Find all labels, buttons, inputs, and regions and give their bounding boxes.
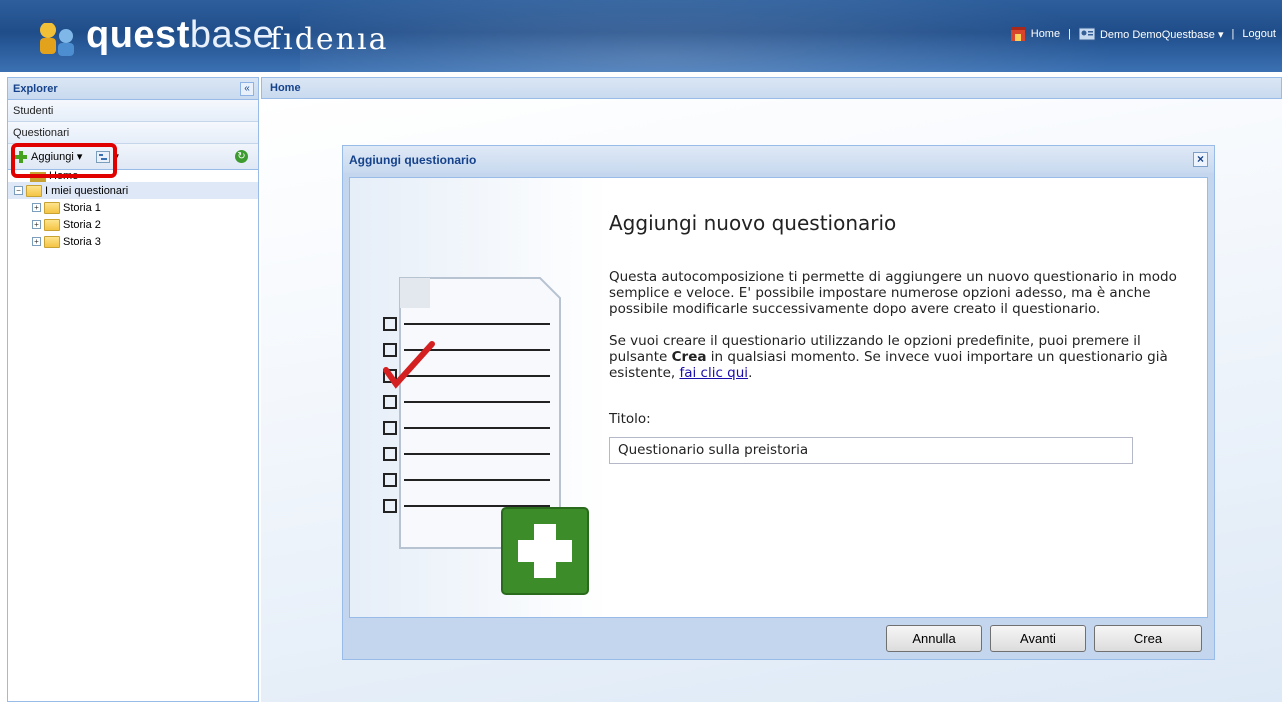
folder-icon [26,184,42,197]
dialog-footer: Annulla Avanti Crea [349,620,1208,656]
view-options-caret: ▾ [113,151,119,163]
collapse-node-icon[interactable]: − [14,186,23,195]
add-button[interactable]: Aggiungi ▾ [14,150,82,164]
questionnaire-tree: Home − I miei questionari + Storia 1 + S… [8,170,258,250]
user-card-icon [1078,27,1095,41]
view-tree-icon [96,150,111,163]
main-tab-title: Home [261,77,1282,99]
home-link[interactable]: Home [1031,28,1060,40]
tree-item-label: Home [49,170,79,182]
explorer-panel: Explorer « Studenti Questionari Aggiungi… [7,77,259,702]
home-folder-icon [30,172,46,182]
view-options-button[interactable]: ▾ [96,150,119,163]
tree-item-root[interactable]: − I miei questionari [8,182,258,199]
tree-item-home[interactable]: Home [8,170,258,182]
tree-item-label: Storia 1 [63,201,101,214]
questionnaire-illustration-icon [383,277,589,595]
folder-icon [44,201,60,214]
section-studenti[interactable]: Studenti [8,100,258,122]
create-keyword: Crea [671,349,707,365]
separator: | [1068,28,1071,40]
brand-name: questbase [86,14,275,56]
partner-brand: fıdenıa [270,22,389,57]
create-button[interactable]: Crea [1094,624,1202,652]
expand-node-icon[interactable]: + [32,220,41,229]
explorer-title: Explorer [13,82,58,95]
dialog-form: Aggiungi nuovo questionario Questa autoc… [609,178,1189,464]
add-button-label: Aggiungi ▾ [31,151,83,163]
tree-item-folder[interactable]: + Storia 3 [8,233,258,250]
dialog-header: Aggiungi questionario × [343,146,1214,173]
tree-item-label: Storia 3 [63,235,101,248]
dialog-body: Aggiungi nuovo questionario Questa autoc… [349,177,1208,618]
folder-icon [44,218,60,231]
title-input[interactable]: Questionario sulla preistoria [609,437,1133,464]
section-questionari[interactable]: Questionari [8,122,258,144]
cancel-button[interactable]: Annulla [886,624,982,652]
home-icon [1010,27,1025,41]
add-icon [14,150,28,164]
explorer-header: Explorer « [8,78,258,100]
separator: | [1231,28,1235,40]
tree-item-folder[interactable]: + Storia 1 [8,199,258,216]
close-icon[interactable]: × [1193,152,1208,167]
explorer-toolbar: Aggiungi ▾ ▾ ↻ [8,144,258,170]
dialog-heading: Aggiungi nuovo questionario [609,211,897,235]
folder-icon [44,235,60,248]
title-label: Titolo: [609,411,651,427]
expand-node-icon[interactable]: + [32,203,41,212]
top-links: Home | Demo DemoQuestbase ▾ | Logout [1010,27,1276,41]
instructions-text: . [748,365,753,381]
user-menu-link[interactable]: Demo DemoQuestbase ▾ [1100,28,1224,41]
collapse-icon[interactable]: « [240,81,254,96]
intro-paragraph: Questa autocomposizione ti permette di a… [609,269,1177,317]
instructions-paragraph: Se vuoi creare il questionario utilizzan… [609,333,1189,381]
logout-link[interactable]: Logout [1242,28,1276,40]
expand-node-icon[interactable]: + [32,237,41,246]
tree-item-label: I miei questionari [45,184,129,197]
tree-item-label: Storia 2 [63,218,101,231]
next-button[interactable]: Avanti [990,624,1086,652]
dialog-title: Aggiungi questionario [349,152,477,167]
top-banner: questbase fıdenıa Home | Demo DemoQuestb… [0,0,1282,72]
questbase-logo-icon [40,19,74,56]
tree-item-folder[interactable]: + Storia 2 [8,216,258,233]
import-link[interactable]: fai clic qui [679,365,748,381]
refresh-icon[interactable]: ↻ [235,150,248,163]
add-questionnaire-dialog: Aggiungi questionario × Aggiungi nuovo q… [342,145,1215,660]
